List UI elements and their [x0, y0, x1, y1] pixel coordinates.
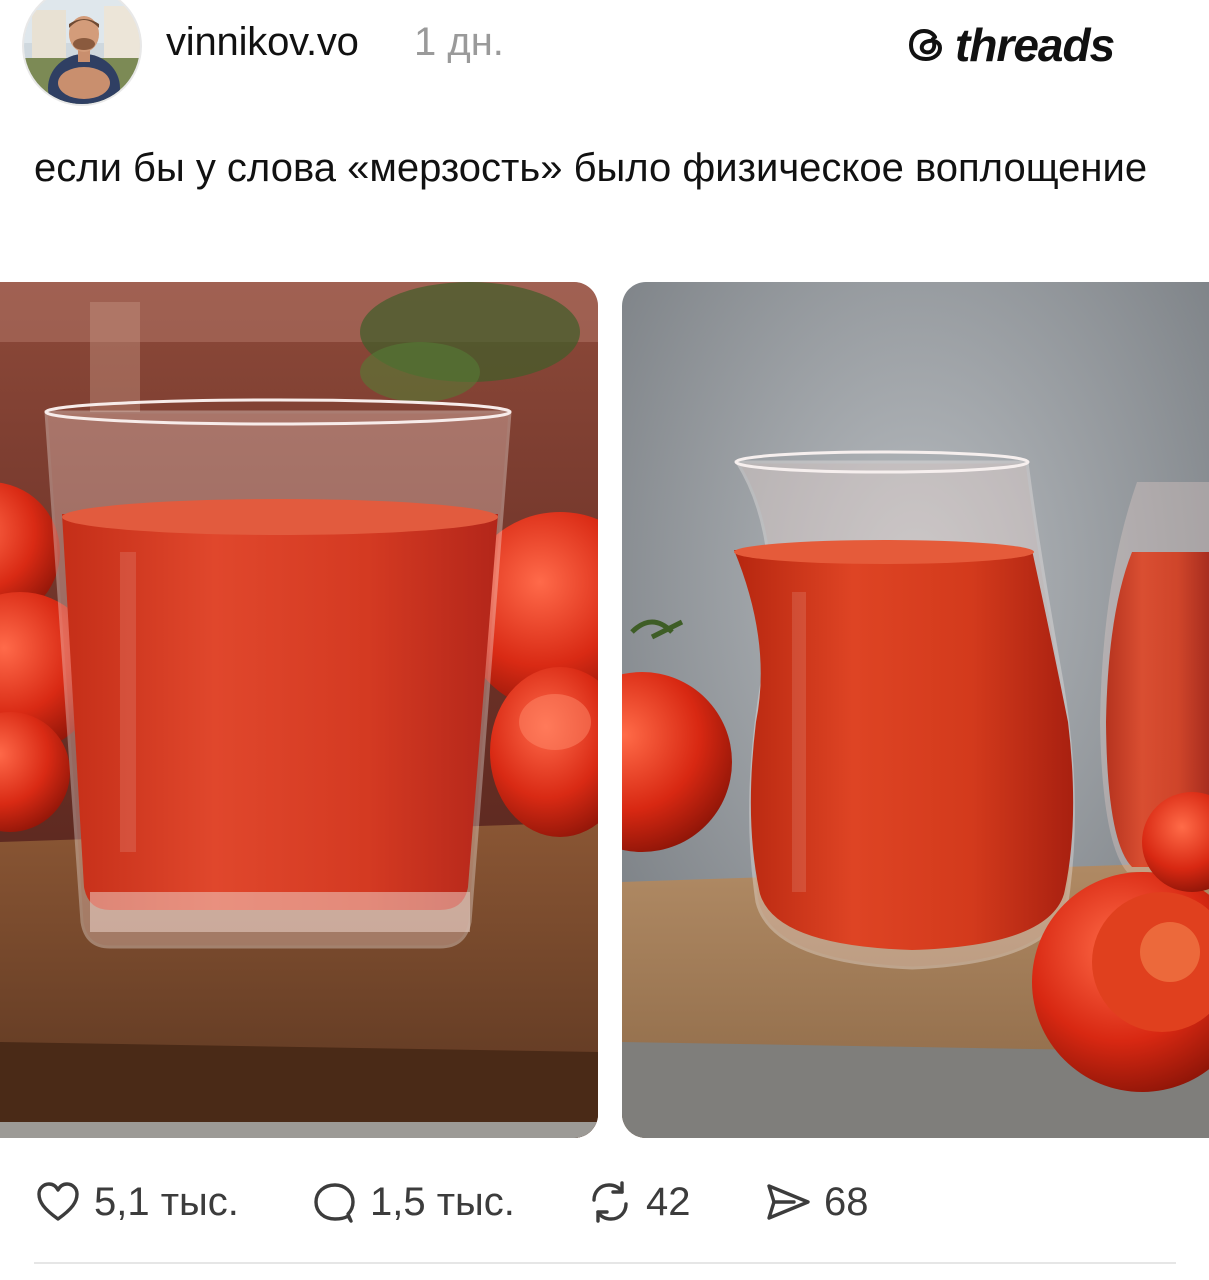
post-timestamp: 1 дн. — [414, 20, 504, 64]
post-image-1[interactable] — [0, 282, 598, 1138]
like-count: 5,1 тыс. — [94, 1179, 239, 1224]
comment-count: 1,5 тыс. — [370, 1179, 515, 1224]
comment-button[interactable]: 1,5 тыс. — [310, 1170, 515, 1234]
send-paper-plane-icon — [767, 1184, 810, 1220]
repost-button[interactable]: 42 — [586, 1170, 691, 1234]
threads-logo-icon — [908, 28, 943, 62]
avatar[interactable] — [22, 0, 142, 106]
repost-arrows-icon — [592, 1181, 628, 1223]
post-text: если бы у слова «мерзость» было физическ… — [34, 146, 1148, 190]
repost-count: 42 — [646, 1179, 691, 1224]
post-actions: 5,1 тыс. 1,5 тыс. 42 68 — [0, 1170, 1209, 1234]
username[interactable]: vinnikov.vo — [166, 20, 359, 65]
threads-brand: threads — [905, 18, 1115, 72]
share-count: 68 — [824, 1179, 869, 1224]
like-button[interactable]: 5,1 тыс. — [34, 1170, 239, 1234]
post-divider — [34, 1262, 1176, 1264]
speech-bubble-icon — [314, 1183, 355, 1223]
heart-icon — [37, 1182, 79, 1221]
post-image-2[interactable] — [622, 282, 1209, 1138]
post-header: vinnikov.vo 1 дн. threads — [0, 0, 1209, 110]
brand-name: threads — [955, 19, 1115, 71]
share-button[interactable]: 68 — [764, 1170, 869, 1234]
